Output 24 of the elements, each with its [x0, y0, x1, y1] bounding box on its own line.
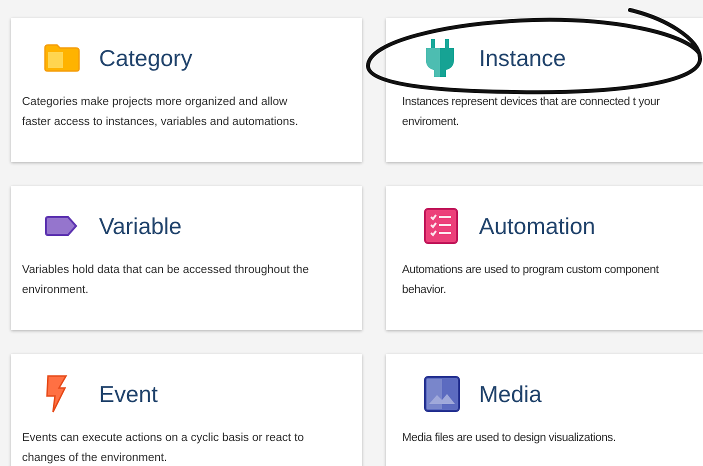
card[interactable]: Event Events can execute actions on a cyclic basis or react to changes of the environment. — [11, 354, 362, 466]
card[interactable]: Instance Instances represent devices that are connected t your enviroment. — [386, 18, 703, 162]
card-title: Event — [99, 382, 158, 406]
card-title: Variable — [99, 214, 182, 238]
lightning-bolt-icon — [44, 375, 68, 413]
card[interactable]: Automation Automations are used to program custom component behavior. — [386, 186, 703, 330]
card-description: Instances represent devices that are connected t your enviroment. — [402, 95, 661, 130]
card-title: Instance — [479, 46, 566, 70]
card-description: Events can execute actions on a cyclic basis or react to changes of the environment. — [22, 431, 305, 466]
tag-icon — [44, 215, 78, 237]
card-description: Variables hold data that can be accessed throughout the environment. — [22, 263, 310, 298]
card-description: Media files are used to design visualizations. — [402, 431, 617, 446]
card-title: Media — [479, 382, 542, 406]
card-title: Category — [99, 46, 192, 70]
card-description: Categories make projects more organized and allow faster access to instances, variables and automations. — [22, 95, 300, 130]
card[interactable]: Category Categories make projects more organized and allow faster access to instances, variables and automations. — [11, 18, 362, 162]
card[interactable]: Media Media files are used to design visualizations. — [386, 354, 703, 466]
checklist-icon — [424, 208, 458, 244]
plug-icon — [424, 38, 456, 78]
folder-icon — [44, 44, 80, 72]
image-icon — [424, 376, 460, 412]
card[interactable]: Variable Variables hold data that can be accessed throughout the environment. — [11, 186, 362, 330]
card-title: Automation — [479, 214, 596, 238]
card-description: Automations are used to program custom component behavior. — [402, 263, 660, 298]
